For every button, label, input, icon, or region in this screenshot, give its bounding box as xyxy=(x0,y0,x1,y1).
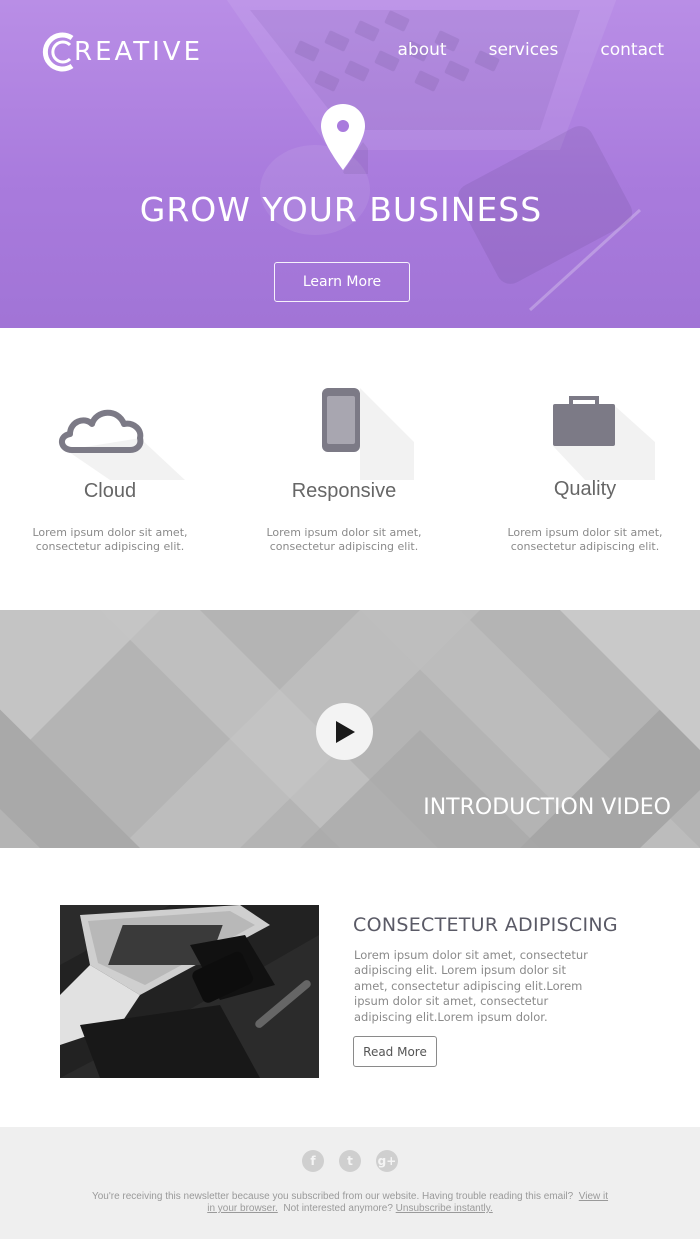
feature-text-cloud: Lorem ipsum dolor sit amet, consectetur … xyxy=(32,526,188,553)
map-pin-icon xyxy=(321,104,368,174)
article-title: CONSECTETUR ADIPISCING xyxy=(353,914,618,936)
logo-text: REATIVE xyxy=(74,37,204,67)
play-button[interactable] xyxy=(316,703,373,760)
footer-not-interested-text: Not interested anymore? xyxy=(283,1203,393,1214)
feature-cloud: Cloud Lorem ipsum dolor sit amet, consec… xyxy=(0,380,220,553)
feature-title-responsive: Responsive xyxy=(291,480,397,502)
main-nav: about services contact xyxy=(398,40,664,60)
footer-notice: You're receiving this newsletter because… xyxy=(90,1191,610,1215)
twitter-icon[interactable]: t xyxy=(339,1150,361,1172)
video-section[interactable]: INTRODUCTION VIDEO xyxy=(0,610,700,848)
feature-quality: Quality Lorem ipsum dolor sit amet, cons… xyxy=(475,380,695,553)
learn-more-button[interactable]: Learn More xyxy=(274,262,410,302)
briefcase-icon xyxy=(553,396,655,480)
nav-services[interactable]: services xyxy=(489,40,559,60)
hero-title: GROW YOUR BUSINESS xyxy=(139,190,543,229)
play-icon xyxy=(335,720,355,743)
feature-text-responsive: Lorem ipsum dolor sit amet, consectetur … xyxy=(266,526,422,553)
laptop-desk-photo xyxy=(60,905,319,1078)
social-links: f t g+ xyxy=(0,1150,700,1172)
feature-title-cloud: Cloud xyxy=(83,480,137,502)
read-more-button[interactable]: Read More xyxy=(353,1036,437,1067)
phone-icon xyxy=(322,388,414,480)
google-plus-icon[interactable]: g+ xyxy=(376,1150,398,1172)
article-body: Lorem ipsum dolor sit amet, consectetur … xyxy=(354,948,588,1024)
footer-notice-text: You're receiving this newsletter because… xyxy=(91,1191,574,1202)
video-title: INTRODUCTION VIDEO xyxy=(423,795,671,820)
nav-about[interactable]: about xyxy=(398,40,447,60)
footer: f t g+ You're receiving this newsletter … xyxy=(0,1127,700,1239)
unsubscribe-link[interactable]: Unsubscribe instantly. xyxy=(396,1203,493,1214)
nav-contact[interactable]: contact xyxy=(600,40,664,60)
newsletter-page: REATIVE about services contact GROW YOUR… xyxy=(0,0,700,1239)
article-image xyxy=(60,905,319,1078)
facebook-icon[interactable]: f xyxy=(302,1150,324,1172)
hero-banner: REATIVE about services contact GROW YOUR… xyxy=(0,0,700,328)
logo[interactable]: REATIVE xyxy=(42,30,203,74)
logo-c-mark xyxy=(42,32,74,72)
feature-title-quality: Quality xyxy=(553,478,617,500)
feature-text-quality: Lorem ipsum dolor sit amet, consectetur … xyxy=(507,526,663,553)
cloud-icon xyxy=(59,409,185,480)
feature-responsive: Responsive Lorem ipsum dolor sit amet, c… xyxy=(234,380,454,553)
